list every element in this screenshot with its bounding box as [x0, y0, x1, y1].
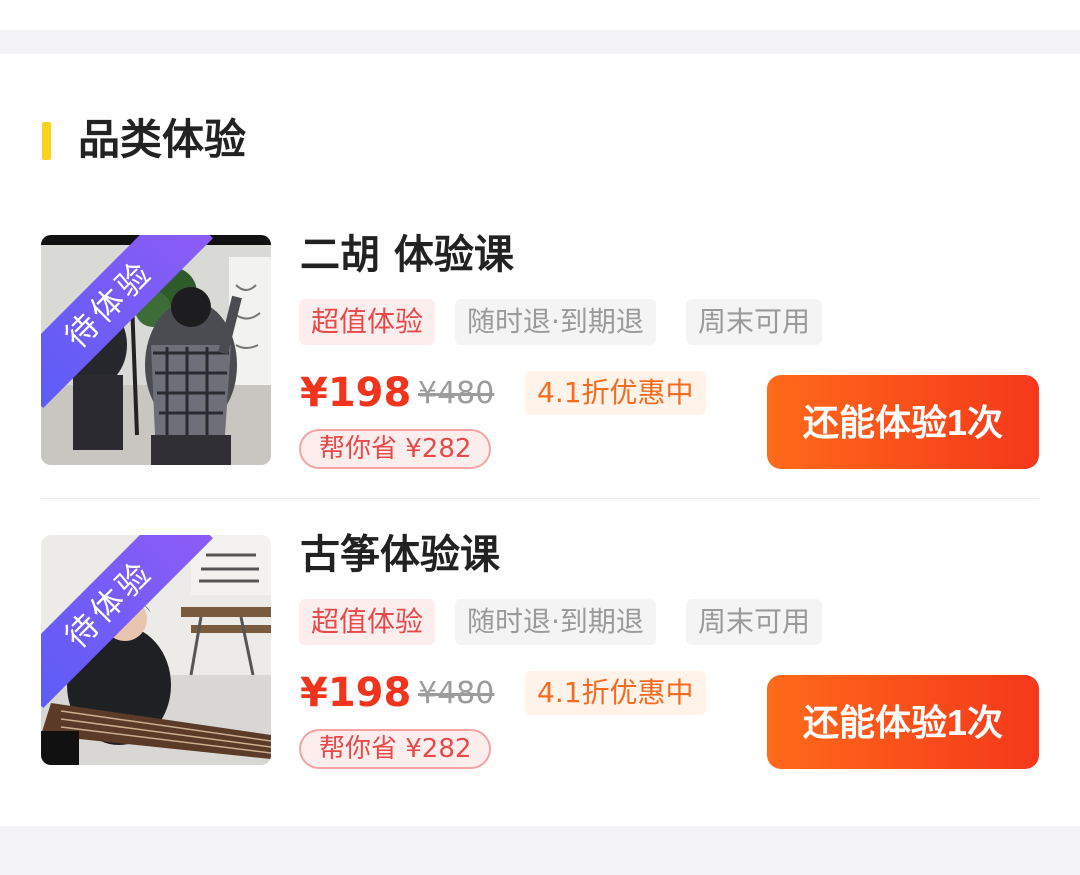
- remaining-sessions-button[interactable]: 还能体验1次: [767, 375, 1039, 469]
- discount-badge: 4.1折优惠中: [525, 671, 706, 715]
- savings-badge: 帮你省 ¥282: [299, 429, 492, 469]
- course-thumbnail[interactable]: 待体验: [41, 235, 271, 465]
- tag-refund-policy: 随时退·到期退: [455, 299, 656, 345]
- discount-badge: 4.1折优惠中: [525, 371, 706, 415]
- remaining-sessions-button[interactable]: 还能体验1次: [767, 675, 1039, 769]
- section-title: 品类体验: [78, 115, 247, 164]
- tag-super-value: 超值体验: [299, 299, 436, 345]
- course-title[interactable]: 二胡 体验课: [300, 225, 514, 285]
- tag-super-value: 超值体验: [299, 599, 436, 645]
- card-divider: [41, 498, 1039, 499]
- original-price: ¥480: [418, 676, 495, 711]
- original-price: ¥480: [418, 376, 495, 411]
- tag-refund-policy: 随时退·到期退: [455, 599, 656, 645]
- course-card-erhu[interactable]: 待体验 二胡 体验课 超值体验 随时退·到期退 周末可用 ¥198 ¥480 4…: [0, 232, 1080, 469]
- top-strip: [0, 0, 1080, 30]
- current-price: ¥198: [300, 370, 412, 416]
- course-title[interactable]: 古筝体验课: [300, 525, 500, 585]
- course-card-guzheng[interactable]: 待体验 古筝体验课 超值体验 随时退·到期退 周末可用 ¥198 ¥480 4.…: [0, 532, 1080, 769]
- tag-weekend-available: 周末可用: [686, 299, 823, 345]
- section-accent-bar: [42, 122, 51, 160]
- current-price: ¥198: [300, 670, 412, 716]
- tag-weekend-available: 周末可用: [686, 599, 823, 645]
- course-thumbnail[interactable]: 待体验: [41, 535, 271, 765]
- savings-badge: 帮你省 ¥282: [299, 729, 492, 769]
